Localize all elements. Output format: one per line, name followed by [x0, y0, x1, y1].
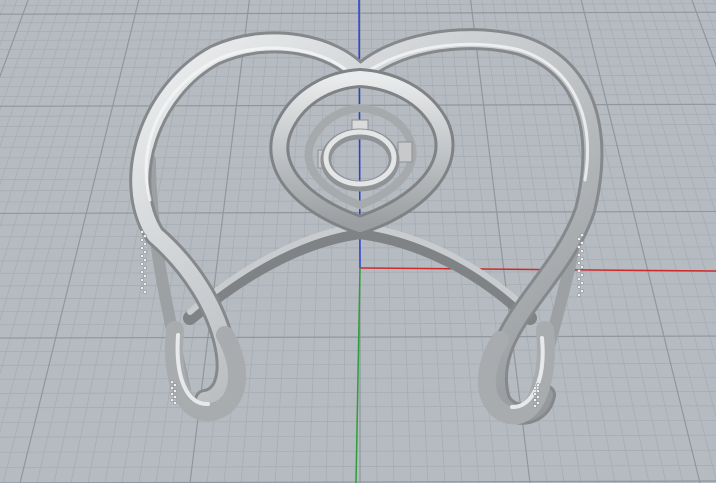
- pave-stone: [577, 261, 581, 265]
- pave-stone: [140, 254, 144, 258]
- pave-stone: [140, 286, 144, 290]
- viewport-scene[interactable]: [0, 0, 716, 483]
- pave-stone: [170, 398, 174, 402]
- pave-stone: [577, 285, 581, 289]
- pave-stone: [580, 257, 584, 261]
- pave-stone: [577, 293, 581, 297]
- pave-stone: [140, 230, 144, 234]
- pave-stone: [140, 270, 144, 274]
- pave-stone: [143, 250, 147, 254]
- pave-stone: [577, 277, 581, 281]
- pave-stone: [143, 242, 147, 246]
- pave-stone: [533, 392, 537, 396]
- pave-stone: [143, 234, 147, 238]
- pave-stone: [140, 278, 144, 282]
- pave-stone: [577, 237, 581, 241]
- pave-stone: [143, 258, 147, 262]
- pave-stone: [577, 245, 581, 249]
- pave-stone: [173, 389, 177, 393]
- pave-stone: [580, 233, 584, 237]
- pave-stone: [580, 241, 584, 245]
- pave-stone: [577, 269, 581, 273]
- pave-stone: [580, 249, 584, 253]
- pave-stone: [173, 401, 177, 405]
- pave-stone: [170, 392, 174, 396]
- pave-stone: [580, 273, 584, 277]
- pave-stone: [536, 401, 540, 405]
- pave-stone: [173, 383, 177, 387]
- pave-stone: [143, 290, 147, 294]
- setting-prong-right[interactable]: [397, 141, 413, 163]
- pave-stone: [140, 238, 144, 242]
- pave-stone: [173, 395, 177, 399]
- pave-stone: [533, 398, 537, 402]
- pave-stone: [580, 281, 584, 285]
- pave-stone: [143, 274, 147, 278]
- pave-stone: [170, 380, 174, 384]
- pave-stone: [536, 383, 540, 387]
- pave-stone: [533, 404, 537, 408]
- pave-stone: [536, 389, 540, 393]
- pave-stone: [577, 253, 581, 257]
- pave-stone: [580, 265, 584, 269]
- pave-stone: [170, 386, 174, 390]
- pave-stone: [580, 289, 584, 293]
- pave-stone: [143, 266, 147, 270]
- pave-stone: [536, 395, 540, 399]
- pave-stone: [140, 246, 144, 250]
- pave-stone: [533, 386, 537, 390]
- pave-stone: [140, 262, 144, 266]
- pave-stone: [143, 282, 147, 286]
- 3d-viewport[interactable]: [0, 0, 716, 483]
